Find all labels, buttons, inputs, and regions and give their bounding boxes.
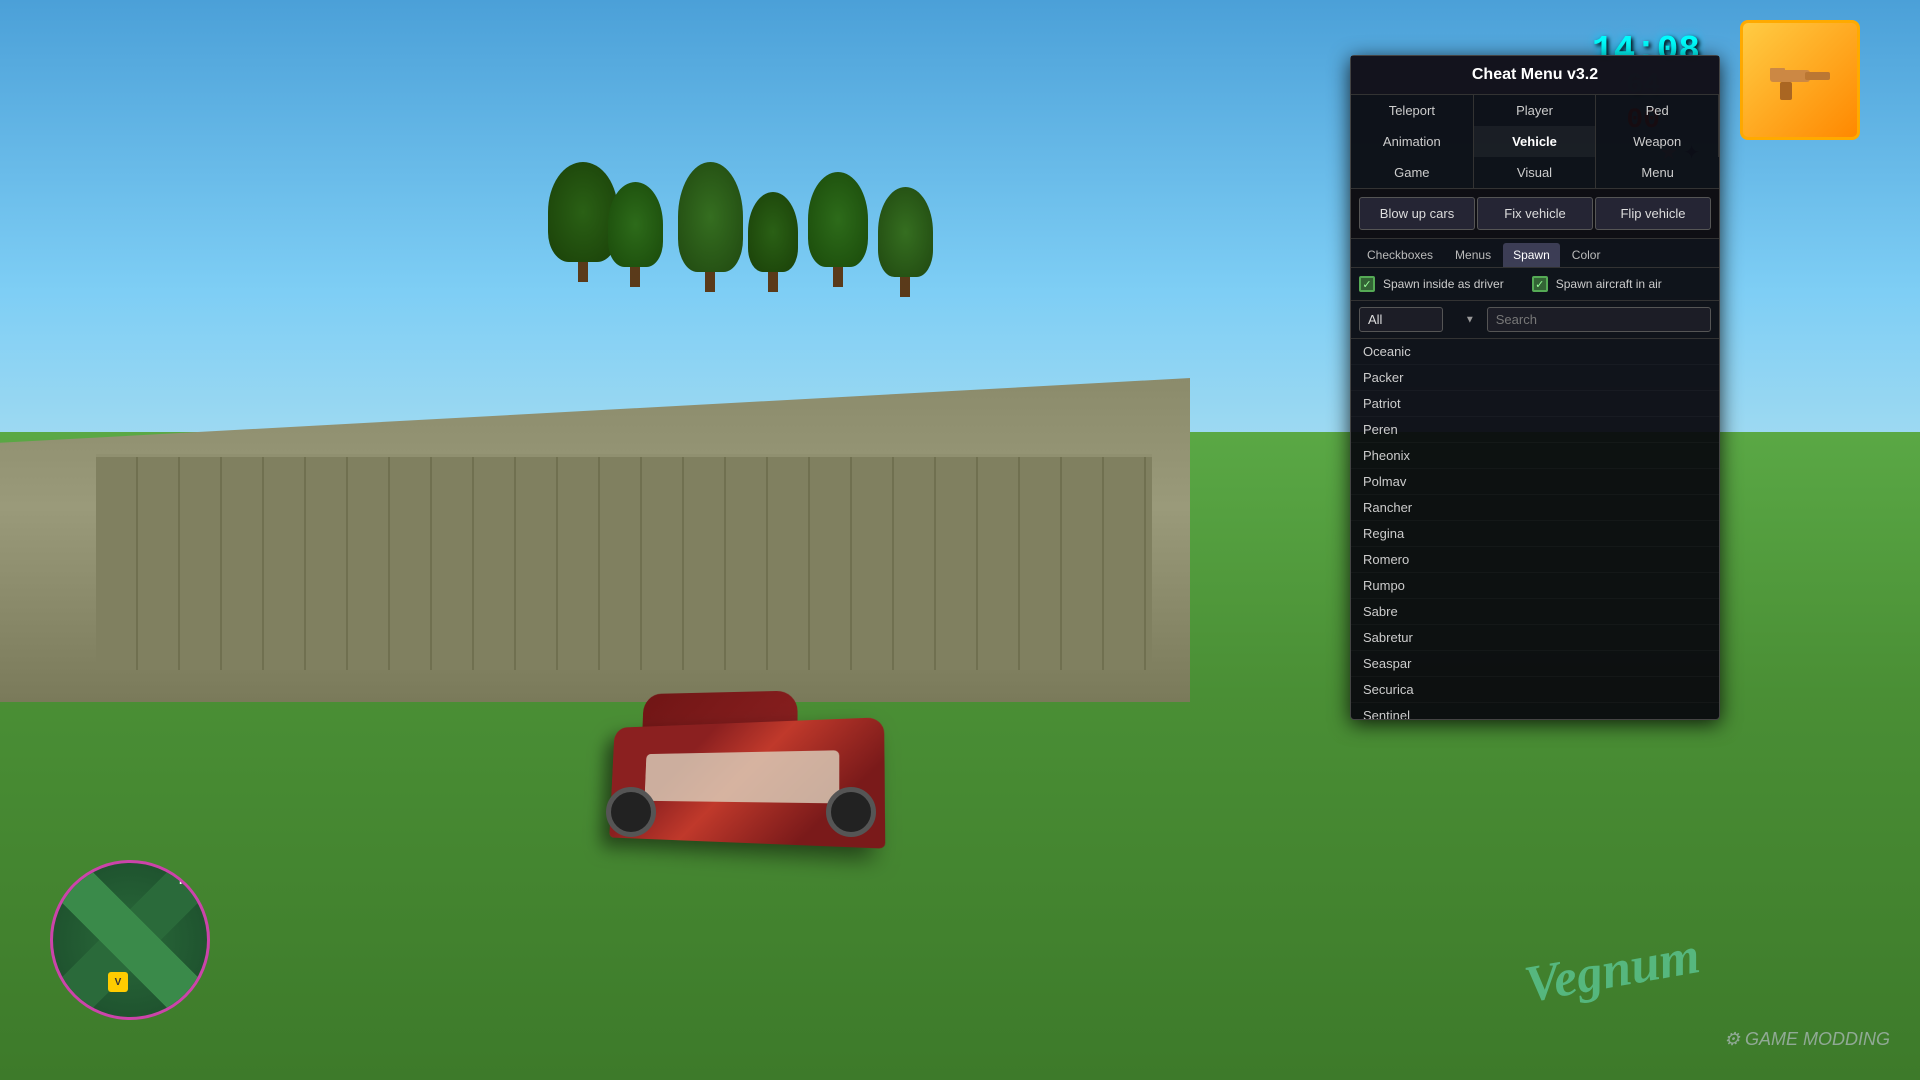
vehicle-item-sabre[interactable]: Sabre [1351,599,1719,625]
nav-player[interactable]: Player [1474,95,1597,126]
spawn-options: Spawn inside as driver Spawn aircraft in… [1351,268,1719,301]
nav-visual[interactable]: Visual [1474,157,1597,188]
cheat-nav: Teleport Player Ped Animation Vehicle We… [1351,95,1719,189]
fix-vehicle-button[interactable]: Fix vehicle [1477,197,1593,230]
option-row-spawn-inside: Spawn inside as driver Spawn aircraft in… [1359,276,1711,292]
category-select-wrap: All Cars Bikes Boats Helicopters Planes [1359,307,1483,332]
tab-menus[interactable]: Menus [1445,243,1501,267]
nav-ped[interactable]: Ped [1596,95,1719,126]
vehicle-item-rumpo[interactable]: Rumpo [1351,573,1719,599]
vehicle-item-packer[interactable]: Packer [1351,365,1719,391]
car-stripe [644,751,839,804]
vehicle-item-oceanic[interactable]: Oceanic [1351,339,1719,365]
nav-game[interactable]: Game [1351,157,1474,188]
cheat-tabs: Checkboxes Menus Spawn Color [1351,239,1719,268]
vehicle-item-pheonix[interactable]: Pheonix [1351,443,1719,469]
nav-weapon[interactable]: Weapon [1596,126,1719,157]
vehicle-item-sentinel[interactable]: Sentinel [1351,703,1719,719]
cheat-menu-title: Cheat Menu v3.2 [1351,56,1719,95]
vehicle-list[interactable]: Oceanic Packer Patriot Peren Pheonix Pol… [1351,339,1719,719]
trees-area [538,162,1306,594]
minimap: N V [50,860,210,1020]
vehicle-item-romero[interactable]: Romero [1351,547,1719,573]
blow-up-cars-button[interactable]: Blow up cars [1359,197,1475,230]
minimap-player-icon: V [108,972,128,992]
cheat-actions: Blow up cars Fix vehicle Flip vehicle [1351,189,1719,239]
minimap-north: N [179,871,189,887]
nav-menu[interactable]: Menu [1596,157,1719,188]
category-select[interactable]: All Cars Bikes Boats Helicopters Planes [1359,307,1443,332]
tab-checkboxes[interactable]: Checkboxes [1357,243,1443,267]
flip-vehicle-button[interactable]: Flip vehicle [1595,197,1711,230]
game-car [576,642,896,842]
tab-color[interactable]: Color [1562,243,1611,267]
filter-row: All Cars Bikes Boats Helicopters Planes [1351,301,1719,339]
nav-teleport[interactable]: Teleport [1351,95,1474,126]
spawn-inside-label: Spawn inside as driver [1383,277,1504,291]
vehicle-item-rancher[interactable]: Rancher [1351,495,1719,521]
vehicle-item-seaspar[interactable]: Seaspar [1351,651,1719,677]
vehicle-item-polmav[interactable]: Polmav [1351,469,1719,495]
vehicle-item-patriot[interactable]: Patriot [1351,391,1719,417]
nav-animation[interactable]: Animation [1351,126,1474,157]
search-input[interactable] [1487,307,1711,332]
tab-spawn[interactable]: Spawn [1503,243,1560,267]
nav-vehicle[interactable]: Vehicle [1474,126,1597,157]
vehicle-item-sabretur[interactable]: Sabretur [1351,625,1719,651]
vehicle-item-peren[interactable]: Peren [1351,417,1719,443]
vehicle-item-securica[interactable]: Securica [1351,677,1719,703]
cheat-menu-panel: Cheat Menu v3.2 Teleport Player Ped Anim… [1350,55,1720,720]
spawn-inside-checkbox[interactable] [1359,276,1375,292]
weapon-hud-icon [1740,20,1860,140]
vehicle-item-regina[interactable]: Regina [1351,521,1719,547]
spawn-aircraft-label: Spawn aircraft in air [1556,277,1662,291]
spawn-aircraft-checkbox[interactable] [1532,276,1548,292]
game-modding-label: ⚙ GAME MODDING [1724,1029,1890,1050]
